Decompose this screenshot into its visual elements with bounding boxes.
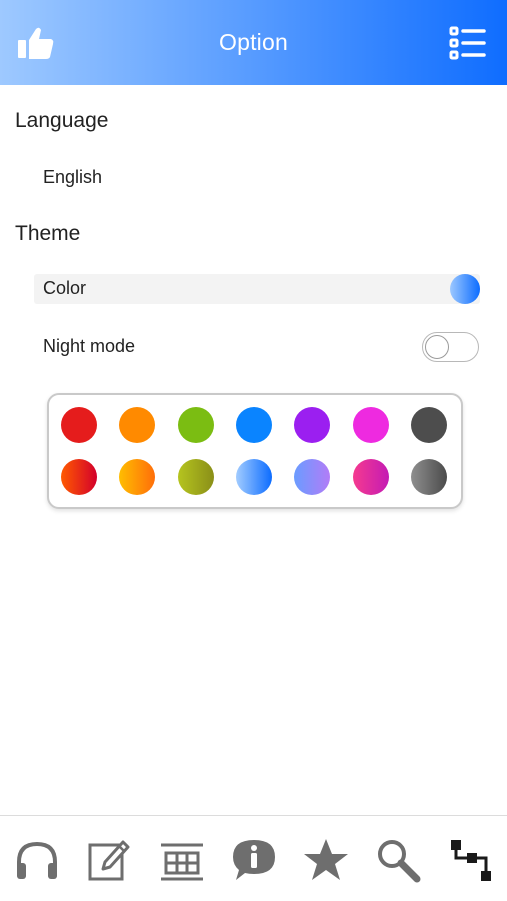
color-palette xyxy=(47,393,463,509)
color-swatch-gradient[interactable] xyxy=(177,459,214,495)
star-icon[interactable] xyxy=(302,836,350,884)
color-swatch-solid[interactable] xyxy=(235,407,272,443)
info-icon[interactable] xyxy=(230,836,278,884)
headphones-icon[interactable] xyxy=(13,836,61,884)
bottom-navigation xyxy=(0,815,507,901)
theme-section-title: Theme xyxy=(15,222,81,245)
color-swatch-gradient[interactable] xyxy=(352,459,389,495)
page-title: Option xyxy=(219,29,288,55)
list-menu-icon[interactable] xyxy=(449,26,487,60)
grid-icon[interactable] xyxy=(158,836,206,884)
night-mode-toggle[interactable] xyxy=(422,332,479,362)
color-setting-row[interactable]: Color xyxy=(34,274,480,304)
color-swatch-solid[interactable] xyxy=(61,407,97,443)
edit-icon[interactable] xyxy=(85,836,133,884)
header-bar: Option xyxy=(0,0,507,85)
color-swatch-gradient[interactable] xyxy=(410,459,447,495)
color-swatch-solid[interactable] xyxy=(177,407,214,443)
search-icon[interactable] xyxy=(374,836,422,884)
language-option-english[interactable]: English xyxy=(43,167,102,188)
night-mode-label: Night mode xyxy=(43,336,136,356)
night-mode-row: Night mode xyxy=(43,332,479,362)
color-swatch-gradient[interactable] xyxy=(294,459,331,495)
color-label: Color xyxy=(43,278,87,298)
toggle-knob xyxy=(425,335,449,359)
color-swatch-gradient[interactable] xyxy=(235,459,272,495)
thumbs-up-icon[interactable] xyxy=(16,25,56,61)
flowchart-icon[interactable] xyxy=(446,836,494,884)
color-swatch-solid[interactable] xyxy=(294,407,331,443)
language-section-title: Language xyxy=(15,109,109,132)
color-swatch-solid[interactable] xyxy=(119,407,156,443)
color-swatch-gradient[interactable] xyxy=(119,459,156,495)
color-swatch-gradient[interactable] xyxy=(61,459,97,495)
color-swatch-solid[interactable] xyxy=(352,407,389,443)
color-swatch-solid[interactable] xyxy=(410,407,447,443)
selected-color-indicator[interactable] xyxy=(450,274,480,304)
